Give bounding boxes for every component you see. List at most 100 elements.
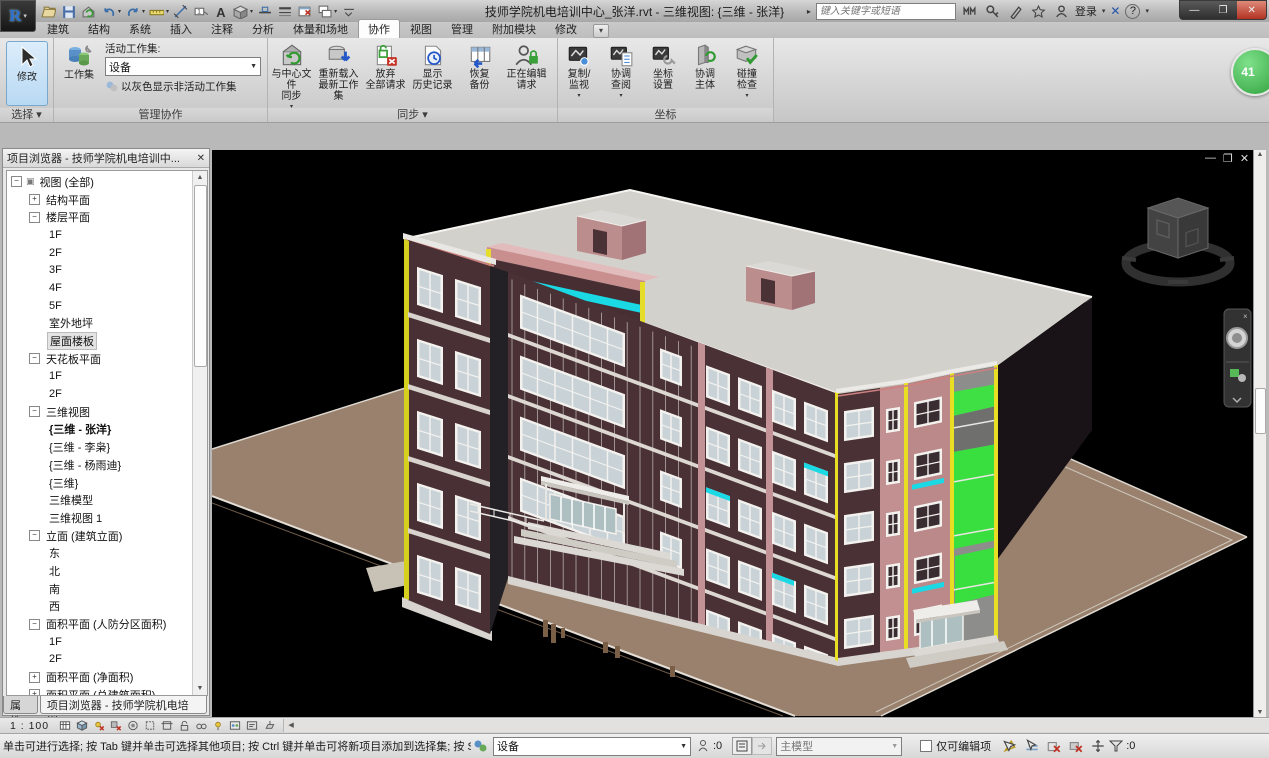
tree-item-9[interactable]: 屋面楼板 xyxy=(7,332,191,350)
worksets-button[interactable]: 工作集 xyxy=(56,40,102,95)
tree-item-27[interactable]: 2F xyxy=(7,651,191,669)
collapse-icon[interactable]: − xyxy=(29,212,40,223)
show-crop-icon[interactable] xyxy=(159,719,175,732)
tree-item-24[interactable]: 西 xyxy=(7,598,191,616)
thin-lines-icon[interactable] xyxy=(276,3,293,20)
visual-style-icon[interactable] xyxy=(74,719,90,732)
scroll-up-icon[interactable]: ▲ xyxy=(193,171,207,184)
scroll-thumb[interactable] xyxy=(194,185,207,367)
tree-item-13[interactable]: −三维视图 xyxy=(7,403,191,421)
expand-icon[interactable]: + xyxy=(29,672,40,683)
tab-3[interactable]: 插入 xyxy=(161,20,201,38)
tree-item-21[interactable]: 东 xyxy=(7,544,191,562)
redo-icon-caret[interactable]: ▾ xyxy=(142,8,145,15)
project-browser-tab[interactable]: 项目浏览器 - 技师学院机电培训... xyxy=(40,696,207,714)
exchange-apps-icon[interactable]: ✕ xyxy=(1110,4,1120,18)
subscription-icon[interactable] xyxy=(1007,3,1024,20)
editable-only-checkbox[interactable] xyxy=(920,740,932,752)
tree-item-4[interactable]: 2F xyxy=(7,244,191,262)
properties-tab[interactable]: 属性 xyxy=(3,696,38,714)
tab-10[interactable]: 附加模块 xyxy=(483,20,545,38)
text-icon[interactable]: A xyxy=(212,3,229,20)
drawing-area[interactable]: × xyxy=(212,150,1253,717)
worksharing-display-icon[interactable] xyxy=(227,719,243,732)
tab-1[interactable]: 结构 xyxy=(79,20,119,38)
view-close-icon[interactable]: ✕ xyxy=(1240,152,1249,165)
ribbon-tab-row[interactable]: 建筑结构系统插入注释分析体量和场地协作视图管理附加模块修改▾ xyxy=(0,22,1269,38)
tree-item-26[interactable]: 1F xyxy=(7,633,191,651)
quick-access-toolbar[interactable]: ▾▾▾1A▾▾ xyxy=(40,1,357,21)
collapse-icon[interactable]: − xyxy=(29,406,40,417)
open-file-icon[interactable] xyxy=(40,3,57,20)
aligned-dimension-icon[interactable] xyxy=(172,3,189,20)
tree-item-3[interactable]: 1F xyxy=(7,226,191,244)
tree-item-20[interactable]: −立面 (建筑立面) xyxy=(7,527,191,545)
tab-7[interactable]: 协作 xyxy=(358,19,400,38)
search-expand-icon[interactable]: ▸ xyxy=(807,7,811,16)
tree-item-7[interactable]: 5F xyxy=(7,297,191,315)
tree-item-25[interactable]: −面积平面 (人防分区面积) xyxy=(7,615,191,633)
browser-close-icon[interactable]: ✕ xyxy=(197,153,205,164)
tree-item-10[interactable]: −天花板平面 xyxy=(7,350,191,368)
design-option-combo[interactable]: 主模型▼ xyxy=(776,737,902,756)
window-controls[interactable]: — ❐ ✕ xyxy=(1179,0,1267,20)
undo-icon[interactable] xyxy=(100,3,117,20)
design-options-dialog-icon[interactable] xyxy=(732,737,752,755)
tree-item-16[interactable]: {三维 - 杨雨迪} xyxy=(7,456,191,474)
tag-icon[interactable]: 1 xyxy=(192,3,209,20)
select-panel-label[interactable]: 选择 ▾ xyxy=(0,108,53,122)
sun-path-off-icon[interactable] xyxy=(91,719,107,732)
tree-item-2[interactable]: −楼层平面 xyxy=(7,208,191,226)
tab-11[interactable]: 修改 xyxy=(546,20,586,38)
app-menu-button[interactable]: R▾ xyxy=(0,0,36,32)
search-icon[interactable] xyxy=(961,3,978,20)
restore-button[interactable]: ❐ xyxy=(1209,1,1238,19)
measure-icon[interactable] xyxy=(148,3,165,20)
search-input[interactable] xyxy=(816,3,956,20)
canvas-horizontal-scrollbar[interactable]: ◀ xyxy=(283,719,1269,732)
select-by-face-off-icon[interactable] xyxy=(1067,738,1085,754)
help-caret-icon[interactable]: ▾ xyxy=(1145,7,1149,15)
favorites-icon[interactable] xyxy=(1030,3,1047,20)
select-pinned-off-icon[interactable] xyxy=(1045,738,1063,754)
tree-item-22[interactable]: 北 xyxy=(7,562,191,580)
tree-item-28[interactable]: +面积平面 (净面积) xyxy=(7,668,191,686)
collapse-icon[interactable]: − xyxy=(29,530,40,541)
tree-item-5[interactable]: 3F xyxy=(7,261,191,279)
sync-button-1[interactable]: 重新载入最新工作集 xyxy=(315,40,362,113)
tree-item-18[interactable]: 三维模型 xyxy=(7,491,191,509)
minimize-button[interactable]: — xyxy=(1180,1,1209,19)
redo-icon[interactable] xyxy=(124,3,141,20)
select-underlay-icon[interactable] xyxy=(1023,738,1041,754)
tab-6[interactable]: 体量和场地 xyxy=(284,20,357,38)
scale-button[interactable]: 1 : 100 xyxy=(0,720,57,732)
user-icon[interactable] xyxy=(1053,3,1070,20)
close-hidden-windows-icon[interactable] xyxy=(296,3,313,20)
temporary-hide-isolate-icon[interactable] xyxy=(193,719,209,732)
modify-button[interactable]: 修改 xyxy=(6,41,48,106)
tree-item-6[interactable]: 4F xyxy=(7,279,191,297)
tree-item-19[interactable]: 三维视图 1 xyxy=(7,509,191,527)
workset-status-combo[interactable]: 设备▼ xyxy=(493,737,691,756)
scroll-down-icon[interactable]: ▼ xyxy=(193,682,207,695)
filter-icon[interactable] xyxy=(1107,738,1125,754)
tree-item-15[interactable]: {三维 - 李枭} xyxy=(7,438,191,456)
tree-item-1[interactable]: +结构平面 xyxy=(7,191,191,209)
collapse-icon[interactable]: − xyxy=(29,353,40,364)
coord-button-2[interactable]: 坐标设置 xyxy=(642,40,684,102)
building-model[interactable] xyxy=(402,190,1092,715)
coord-button-1[interactable]: 协调查阅▾ xyxy=(600,40,642,102)
unlocked-view-icon[interactable] xyxy=(176,719,192,732)
rendering-icon[interactable] xyxy=(125,719,141,732)
reveal-hidden-icon[interactable] xyxy=(210,719,226,732)
project-browser-tree[interactable]: −▣视图 (全部)+结构平面−楼层平面1F2F3F4F5F室外地坪屋面楼板−天花… xyxy=(6,170,208,696)
coord-button-4[interactable]: 碰撞检查▾ xyxy=(726,40,768,102)
navigation-bar[interactable]: × xyxy=(1224,309,1251,407)
tree-item-0[interactable]: −▣视图 (全部) xyxy=(7,173,191,191)
tab-0[interactable]: 建筑 xyxy=(38,20,78,38)
gray-inactive-worksets-button[interactable]: 以灰色显示非活动工作集 xyxy=(105,79,262,94)
sync-central-icon[interactable] xyxy=(80,3,97,20)
help-icon[interactable]: ? xyxy=(1125,4,1140,19)
collapse-icon[interactable]: − xyxy=(29,619,40,630)
section-icon[interactable] xyxy=(256,3,273,20)
